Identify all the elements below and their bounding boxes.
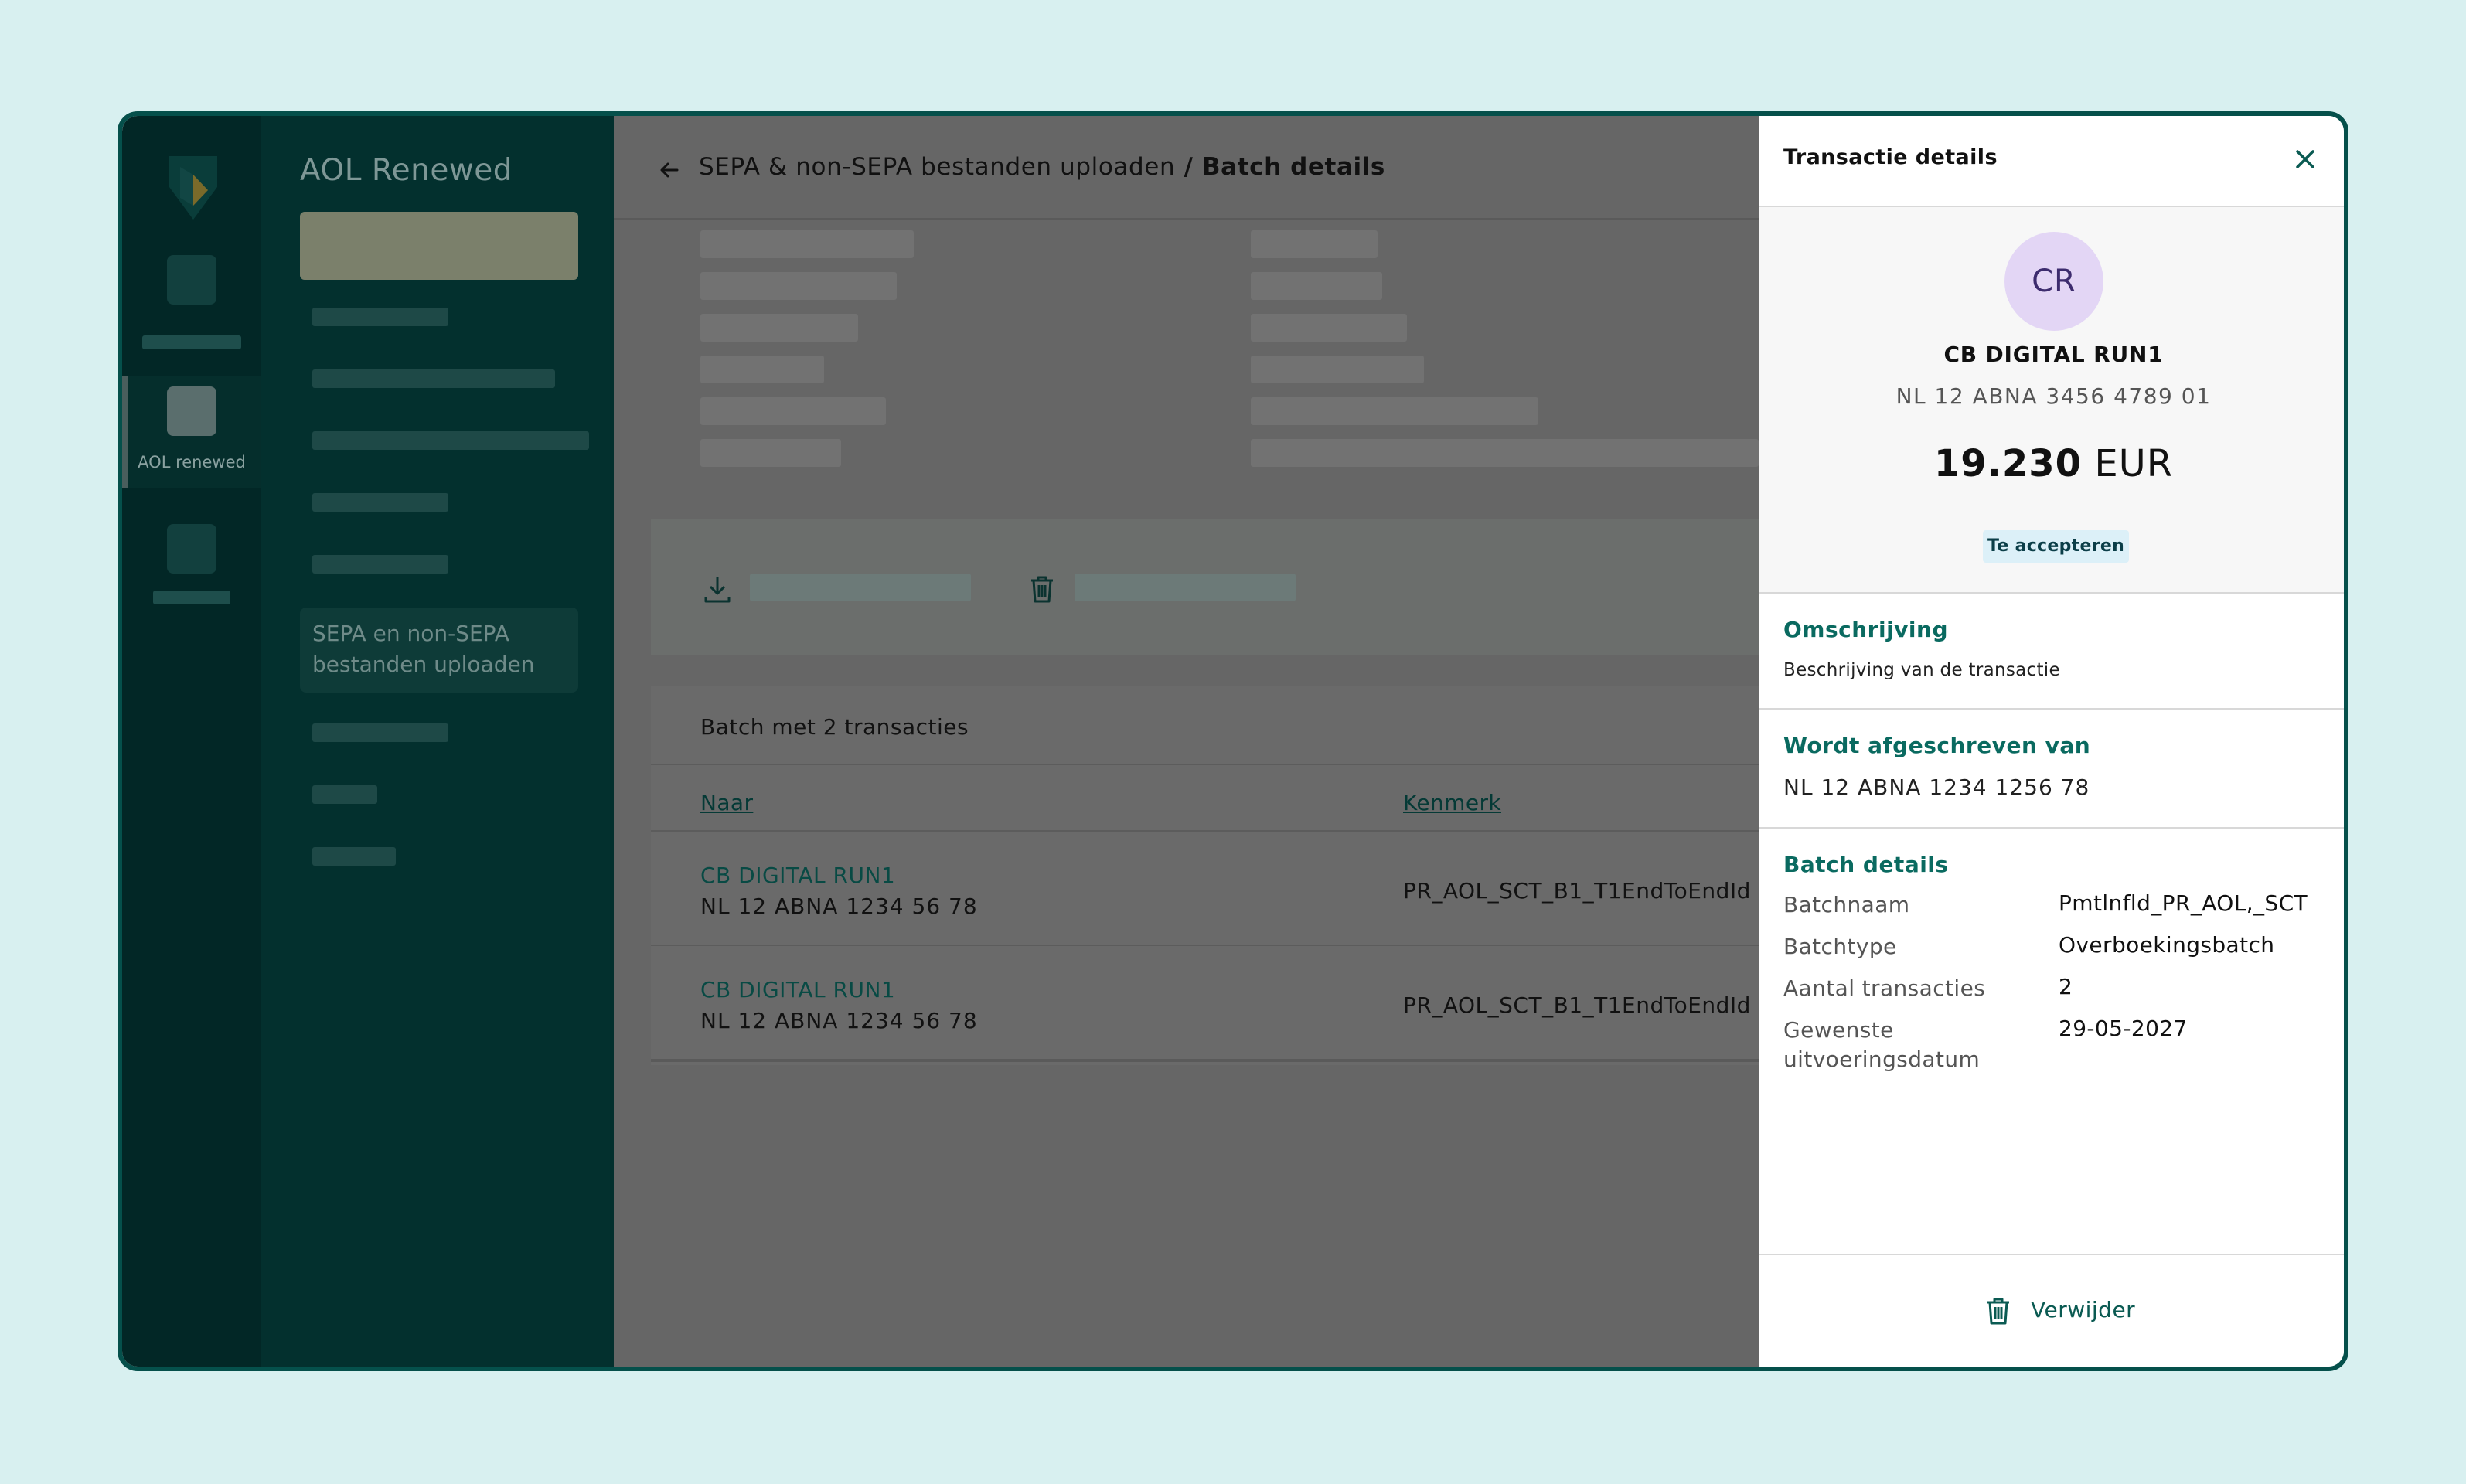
- row-reference: PR_AOL_SCT_B1_T1EndToEndId: [1403, 878, 1751, 904]
- app-background: AOL renewed AOL Renewed SEPA en non-SEPA…: [122, 116, 1759, 1367]
- delete-label-placeholder: [1075, 574, 1296, 601]
- transaction-summary: CR CB DIGITAL RUN1 NL 12 ABNA 3456 4789 …: [1759, 207, 2344, 594]
- counterparty-name: CB DIGITAL RUN1: [1943, 342, 2164, 367]
- arrow-left-icon[interactable]: [659, 159, 680, 181]
- batch-name-value: Pmtlnfld_PR_AOL,_SCT: [2059, 890, 2308, 916]
- main-content: SEPA & non-SEPA bestanden uploaden / Bat…: [614, 116, 1759, 1367]
- sidebar-primary-button[interactable]: [300, 212, 578, 280]
- section-title: Omschrijving: [1783, 617, 1949, 642]
- sidebar-item[interactable]: [312, 723, 448, 742]
- sidebar-item-sepa-upload[interactable]: SEPA en non-SEPA bestanden uploaden: [300, 608, 578, 693]
- execution-date-value: 29-05-2027: [2059, 1016, 2188, 1041]
- batch-card: Batch met 2 transacties Naar Kenmerk CB …: [651, 686, 1759, 1065]
- transaction-count-label: Aantal transacties: [1783, 975, 1986, 1001]
- sidebar-item[interactable]: [312, 369, 555, 388]
- download-label-placeholder: [750, 574, 971, 601]
- sidebar-item[interactable]: [312, 847, 396, 866]
- section-title: Batch details: [1783, 852, 1949, 877]
- drawer-title: Transactie details: [1783, 145, 1998, 169]
- batch-type-value: Overboekingsbatch: [2059, 932, 2275, 958]
- sidebar-item[interactable]: [312, 785, 377, 804]
- icon-rail: AOL renewed: [122, 116, 261, 1367]
- sidebar-title: AOL Renewed: [300, 153, 513, 188]
- row-counterparty-name[interactable]: CB DIGITAL RUN1: [700, 977, 895, 1002]
- app-window: AOL renewed AOL Renewed SEPA en non-SEPA…: [118, 111, 2348, 1371]
- rail-item-aol-renewed[interactable]: AOL renewed: [122, 376, 261, 488]
- execution-date-label: Gewenste uitvoeringsdatum: [1783, 1017, 1981, 1072]
- rail-item-other[interactable]: [122, 509, 261, 604]
- close-icon[interactable]: [2293, 147, 2318, 172]
- breadcrumb: SEPA & non-SEPA bestanden uploaden / Bat…: [699, 153, 1385, 181]
- description-section: Omschrijving Beschrijving van de transac…: [1759, 594, 2344, 710]
- debit-iban: NL 12 ABNA 1234 1256 78: [1783, 774, 2090, 800]
- section-title: Wordt afgeschreven van: [1783, 733, 2091, 758]
- transaction-amount: 19.230 EUR: [1759, 442, 2344, 485]
- status-badge: Te accepteren: [1983, 530, 2130, 563]
- column-header-kenmerk[interactable]: Kenmerk: [1403, 790, 1501, 815]
- row-counterparty-name[interactable]: CB DIGITAL RUN1: [700, 863, 895, 888]
- batch-name-label: Batchnaam: [1783, 892, 1910, 917]
- sidebar-item[interactable]: [312, 493, 448, 512]
- description-text: Beschrijving van de transactie: [1783, 660, 2060, 680]
- drawer-header: Transactie details: [1759, 116, 2344, 207]
- bank-logo-icon: [169, 156, 217, 220]
- amount-currency: EUR: [2094, 442, 2174, 485]
- sidebar: AOL Renewed SEPA en non-SEPA bestanden u…: [261, 116, 614, 1367]
- transaction-count-value: 2: [2059, 974, 2073, 999]
- row-iban: NL 12 ABNA 1234 56 78: [700, 893, 978, 919]
- batch-header: Batch met 2 transacties: [651, 686, 1759, 765]
- row-iban: NL 12 ABNA 1234 56 78: [700, 1008, 978, 1033]
- page-header: SEPA & non-SEPA bestanden uploaden / Bat…: [614, 116, 1759, 220]
- column-header-naar[interactable]: Naar: [700, 790, 753, 815]
- amount-value: 19.230: [1933, 442, 2083, 485]
- trash-icon[interactable]: [1027, 574, 1058, 604]
- breadcrumb-parent[interactable]: SEPA & non-SEPA bestanden uploaden: [699, 153, 1175, 181]
- rail-item-home[interactable]: [122, 240, 261, 356]
- avatar: CR: [2004, 232, 2103, 331]
- batch-title: Batch met 2 transacties: [700, 714, 969, 740]
- batch-type-label: Batchtype: [1783, 934, 1897, 959]
- rail-item-label: AOL renewed: [138, 453, 246, 471]
- breadcrumb-current: Batch details: [1201, 153, 1385, 181]
- trash-icon: [1987, 1298, 2009, 1325]
- sidebar-item[interactable]: [312, 555, 448, 574]
- debit-account-section: Wordt afgeschreven van NL 12 ABNA 1234 1…: [1759, 710, 2344, 829]
- row-reference: PR_AOL_SCT_B1_T1EndToEndId: [1403, 992, 1751, 1018]
- transaction-details-drawer: Transactie details CR CB DIGITAL RUN1 NL…: [1759, 116, 2344, 1367]
- drawer-footer: Verwijder: [1759, 1254, 2344, 1367]
- counterparty-iban: NL 12 ABNA 3456 4789 01: [1895, 383, 2212, 409]
- table-row[interactable]: CB DIGITAL RUN1 NL 12 ABNA 1234 56 78 PR…: [651, 830, 1759, 945]
- download-icon[interactable]: [702, 574, 733, 604]
- delete-button-label: Verwijder: [2031, 1297, 2136, 1322]
- breadcrumb-separator: /: [1175, 153, 1202, 181]
- actions-bar: [651, 519, 1759, 655]
- table-row[interactable]: CB DIGITAL RUN1 NL 12 ABNA 1234 56 78 PR…: [651, 945, 1759, 1059]
- sidebar-item[interactable]: [312, 308, 448, 326]
- sidebar-item[interactable]: [312, 431, 589, 450]
